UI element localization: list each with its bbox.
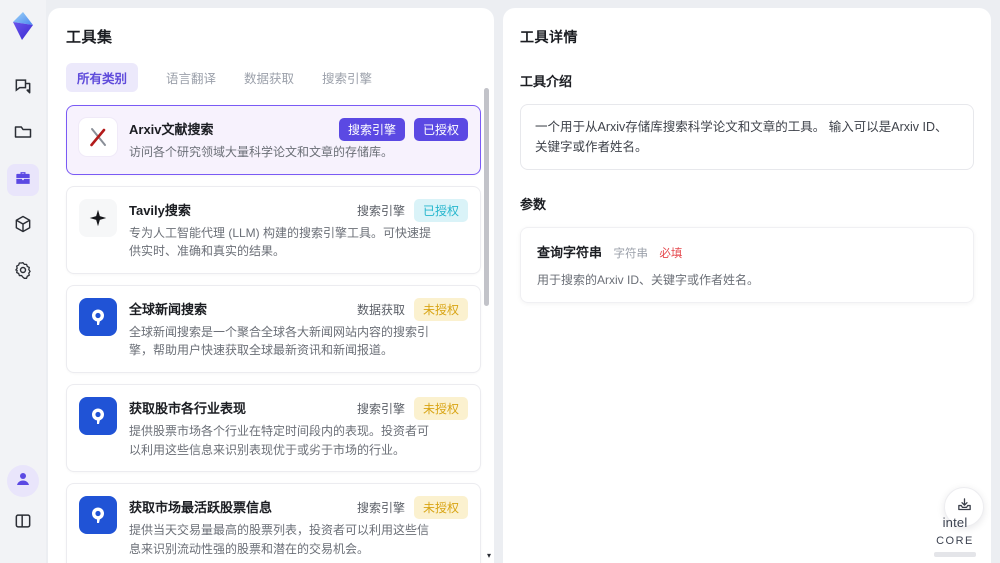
tool-intro-text: 一个用于从Arxiv存储库搜索科学论文和文章的工具。 输入可以是Arxiv ID… bbox=[520, 104, 974, 170]
sidebar-item-chat[interactable] bbox=[7, 72, 39, 104]
intro-heading: 工具介绍 bbox=[520, 74, 573, 89]
intel-core-logo: intel CORE bbox=[922, 514, 988, 557]
tab-language-translation[interactable]: 语言翻译 bbox=[166, 68, 216, 87]
panel-toggle-icon bbox=[13, 511, 33, 536]
auth-status-badge: 未授权 bbox=[413, 297, 468, 321]
auth-status-badge: 已授权 bbox=[413, 198, 468, 222]
auth-status-badge: 未授权 bbox=[413, 496, 468, 520]
tool-card-global-news[interactable]: 全球新闻搜索 全球新闻搜索是一个聚合全球各大新闻网站内容的搜索引擎，帮助用户快速… bbox=[66, 284, 481, 373]
parameter-type: 字符串 bbox=[613, 248, 648, 260]
list-scrollbar-thumb[interactable] bbox=[484, 88, 489, 306]
category-badge: 搜索引擎 bbox=[356, 401, 405, 416]
gear-icon bbox=[13, 260, 33, 285]
parameter-description: 用于搜索的Arxiv ID、关键字或作者姓名。 bbox=[537, 273, 760, 287]
app-logo-icon bbox=[5, 8, 41, 44]
blue-search-logo-icon bbox=[79, 396, 117, 435]
tool-card-stock-sectors[interactable]: 获取股市各行业表现 提供股票市场各个行业在特定时间段内的表现。投资者可以利用这些… bbox=[66, 383, 481, 473]
chat-icon bbox=[13, 76, 33, 101]
tool-card-tavily[interactable]: Tavily搜索 专为人工智能代理 (LLM) 构建的搜索引擎工具。可快速提供实… bbox=[66, 185, 481, 274]
arxiv-logo-icon bbox=[79, 118, 117, 156]
required-badge: 必填 bbox=[659, 248, 683, 260]
parameter-name: 查询字符串 bbox=[537, 245, 603, 260]
category-badge: 数据获取 bbox=[356, 302, 405, 317]
tool-description: 全球新闻搜索是一个聚合全球各大新闻网站内容的搜索引擎，帮助用户快速获取全球最新资… bbox=[129, 324, 430, 358]
tool-card-active-stocks[interactable]: 获取市场最活跃股票信息 提供当天交易量最高的股票列表，投资者可以利用这些信息来识… bbox=[66, 483, 481, 563]
sidebar-item-collapse[interactable] bbox=[7, 507, 39, 539]
toolset-panel: 工具集 所有类别 语言翻译 数据获取 搜索引擎 Arxiv文献搜索 访问各个研究… bbox=[48, 8, 494, 563]
category-badge: 搜索引擎 bbox=[356, 501, 405, 516]
sidebar-item-tools[interactable] bbox=[7, 164, 39, 196]
tool-description: 访问各个研究领域大量科学论文和文章的存储库。 bbox=[129, 145, 394, 159]
tool-card-arxiv[interactable]: Arxiv文献搜索 访问各个研究领域大量科学论文和文章的存储库。 搜索引擎 已授… bbox=[66, 105, 481, 175]
scroll-down-arrow[interactable]: ▾ bbox=[487, 551, 491, 560]
params-heading: 参数 bbox=[520, 197, 547, 212]
cube-icon bbox=[13, 214, 33, 239]
blue-search-logo-icon bbox=[79, 297, 117, 336]
tool-description: 提供当天交易量最高的股票列表，投资者可以利用这些信息来识别流动性强的股票和潜在的… bbox=[129, 523, 430, 556]
blue-search-logo-icon bbox=[79, 496, 117, 535]
intel-brand-text: intel bbox=[942, 514, 968, 530]
auth-status-badge: 未授权 bbox=[413, 396, 468, 420]
tab-data-fetching[interactable]: 数据获取 bbox=[244, 68, 294, 87]
auth-status-badge: 已授权 bbox=[413, 118, 468, 141]
tool-card-list: Arxiv文献搜索 访问各个研究领域大量科学论文和文章的存储库。 搜索引擎 已授… bbox=[66, 105, 481, 563]
tool-description: 提供股票市场各个行业在特定时间段内的表现。投资者可以利用这些信息来识别表现优于或… bbox=[129, 423, 430, 457]
category-tabs: 所有类别 语言翻译 数据获取 搜索引擎 bbox=[66, 63, 480, 92]
page-title: 工具集 bbox=[66, 29, 113, 46]
sidebar-item-models[interactable] bbox=[7, 210, 39, 242]
intel-sub-badge bbox=[934, 552, 976, 557]
tavily-sparkle-icon bbox=[79, 198, 117, 237]
tool-description: 专为人工智能代理 (LLM) 构建的搜索引擎工具。可快速提供实时、准确和真实的结… bbox=[129, 225, 432, 259]
tab-all-categories[interactable]: 所有类别 bbox=[66, 63, 139, 92]
sidebar-item-settings[interactable] bbox=[7, 256, 39, 288]
briefcase-icon bbox=[13, 168, 33, 193]
core-brand-text: CORE bbox=[936, 535, 974, 548]
category-badge: 搜索引擎 bbox=[356, 203, 405, 218]
parameter-card: 查询字符串 字符串 必填 用于搜索的Arxiv ID、关键字或作者姓名。 bbox=[520, 227, 974, 303]
icon-sidebar bbox=[0, 0, 46, 563]
tool-details-panel: 工具详情 工具介绍 一个用于从Arxiv存储库搜索科学论文和文章的工具。 输入可… bbox=[503, 8, 991, 563]
details-title: 工具详情 bbox=[520, 29, 578, 45]
folder-icon bbox=[13, 122, 33, 147]
user-icon bbox=[14, 470, 32, 493]
category-badge: 搜索引擎 bbox=[338, 118, 405, 141]
sidebar-item-files[interactable] bbox=[7, 118, 39, 150]
sidebar-bottom-group bbox=[7, 465, 39, 553]
tab-search-engine[interactable]: 搜索引擎 bbox=[322, 68, 372, 87]
sidebar-item-user[interactable] bbox=[7, 465, 39, 497]
